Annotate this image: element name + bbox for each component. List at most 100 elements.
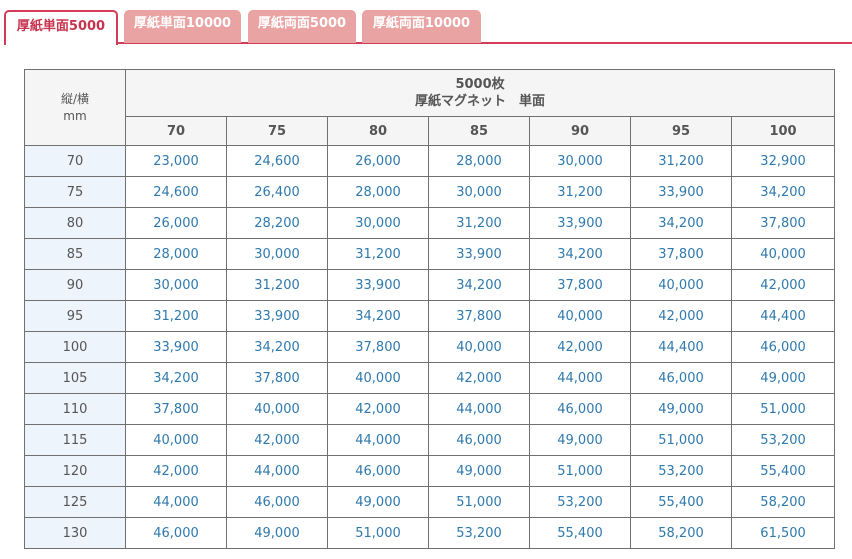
price-cell: 34,200 — [226, 331, 328, 363]
price-cell: 46,000 — [730, 331, 836, 363]
price-cell: 24,600 — [125, 176, 227, 208]
price-cell: 31,200 — [529, 176, 631, 208]
price-cell: 34,200 — [529, 238, 631, 270]
price-table: 縦/横 mm 5000枚 厚紙マグネット 単面 70 75 80 85 90 95 100 … — [24, 69, 836, 549]
row-header-height: 90 — [24, 269, 126, 301]
column-header-width: 85 — [428, 116, 530, 146]
column-header-width: 75 — [226, 116, 328, 146]
price-cell: 28,000 — [125, 238, 227, 270]
price-cell: 37,800 — [529, 269, 631, 301]
price-cell: 44,000 — [428, 393, 530, 425]
price-cell: 30,000 — [529, 145, 631, 177]
price-cell: 40,000 — [327, 362, 429, 394]
table-row: 130 46,000 49,000 51,000 53,200 55,400 58,200 6… — [24, 517, 836, 549]
price-cell: 61,500 — [730, 517, 836, 549]
price-cell: 31,200 — [226, 269, 328, 301]
price-cell: 49,000 — [226, 517, 328, 549]
price-cell: 34,200 — [327, 300, 429, 332]
price-cell: 28,200 — [226, 207, 328, 239]
column-header-width: 95 — [630, 116, 732, 146]
price-cell: 37,800 — [630, 238, 732, 270]
price-cell: 42,000 — [529, 331, 631, 363]
row-header-height: 100 — [24, 331, 126, 363]
price-cell: 34,200 — [730, 176, 836, 208]
table-row: 80 26,000 28,200 30,000 31,200 33,900 34,200 37… — [24, 207, 836, 239]
tab-thick-single-10000[interactable]: 厚紙単面10000 — [124, 10, 241, 43]
price-cell: 53,200 — [529, 486, 631, 518]
table-row: 95 31,200 33,900 34,200 37,800 40,000 42,000 44… — [24, 300, 836, 332]
price-cell: 28,000 — [327, 176, 429, 208]
price-cell: 44,400 — [630, 331, 732, 363]
price-cell: 55,400 — [529, 517, 631, 549]
price-cell: 30,000 — [327, 207, 429, 239]
price-cell: 40,000 — [226, 393, 328, 425]
price-cell: 33,900 — [226, 300, 328, 332]
column-header-width: 80 — [327, 116, 429, 146]
price-cell: 51,000 — [327, 517, 429, 549]
row-header-height: 110 — [24, 393, 126, 425]
price-cell: 42,000 — [327, 393, 429, 425]
row-header-height: 115 — [24, 424, 126, 456]
price-cell: 31,200 — [327, 238, 429, 270]
price-cell: 37,800 — [428, 300, 530, 332]
price-cell: 24,600 — [226, 145, 328, 177]
price-cell: 46,000 — [226, 486, 328, 518]
table-row: 85 28,000 30,000 31,200 33,900 34,200 37,800 40… — [24, 238, 836, 270]
price-cell: 51,000 — [529, 455, 631, 487]
corner-label-unit: mm — [63, 108, 87, 123]
table-row: 110 37,800 40,000 42,000 44,000 46,000 49,000 5… — [24, 393, 836, 425]
price-cell: 49,000 — [529, 424, 631, 456]
table-title: 5000枚 厚紙マグネット 単面 — [124, 69, 836, 117]
price-cell: 44,000 — [327, 424, 429, 456]
price-cell: 49,000 — [428, 455, 530, 487]
price-cell: 26,000 — [327, 145, 429, 177]
column-header-width: 90 — [529, 116, 631, 146]
price-cell: 58,200 — [730, 486, 836, 518]
price-cell: 23,000 — [125, 145, 227, 177]
row-header-height: 70 — [24, 145, 126, 177]
price-cell: 44,000 — [125, 486, 227, 518]
price-cell: 51,000 — [630, 424, 732, 456]
row-header-height: 130 — [24, 517, 126, 549]
price-cell: 53,200 — [730, 424, 836, 456]
price-cell: 26,400 — [226, 176, 328, 208]
table-row: 90 30,000 31,200 33,900 34,200 37,800 40,000 42… — [24, 269, 836, 301]
row-header-height: 80 — [24, 207, 126, 239]
row-header-height: 125 — [24, 486, 126, 518]
price-cell: 28,000 — [428, 145, 530, 177]
price-cell: 42,000 — [428, 362, 530, 394]
price-cell: 46,000 — [327, 455, 429, 487]
price-cell: 30,000 — [226, 238, 328, 270]
price-cell: 44,000 — [226, 455, 328, 487]
price-cell: 31,200 — [125, 300, 227, 332]
price-cell: 40,000 — [125, 424, 227, 456]
column-header-width: 100 — [730, 116, 836, 146]
price-cell: 58,200 — [630, 517, 732, 549]
table-title-product: 厚紙マグネット 単面 — [415, 94, 546, 109]
tab-thick-double-10000[interactable]: 厚紙両面10000 — [362, 10, 481, 43]
price-cell: 40,000 — [630, 269, 732, 301]
row-header-height: 120 — [24, 455, 126, 487]
price-cell: 46,000 — [125, 517, 227, 549]
price-cell: 44,400 — [730, 300, 836, 332]
price-cell: 55,400 — [730, 455, 836, 487]
price-cell: 42,000 — [730, 269, 836, 301]
price-cell: 33,900 — [428, 238, 530, 270]
table-row: 115 40,000 42,000 44,000 46,000 49,000 51,000 5… — [24, 424, 836, 456]
price-cell: 42,000 — [630, 300, 732, 332]
price-cell: 51,000 — [730, 393, 836, 425]
price-cell: 34,200 — [125, 362, 227, 394]
price-cell: 40,000 — [428, 331, 530, 363]
price-cell: 49,000 — [327, 486, 429, 518]
price-cell: 30,000 — [125, 269, 227, 301]
price-cell: 49,000 — [630, 393, 732, 425]
tab-thick-single-5000[interactable]: 厚紙単面5000 — [4, 10, 118, 45]
price-cell: 30,000 — [428, 176, 530, 208]
table-row: 120 42,000 44,000 46,000 49,000 51,000 53,200 5… — [24, 455, 836, 487]
tab-thick-double-5000[interactable]: 厚紙両面5000 — [248, 10, 356, 43]
price-cell: 46,000 — [630, 362, 732, 394]
price-cell: 44,000 — [529, 362, 631, 394]
price-cell: 31,200 — [630, 145, 732, 177]
price-cell: 53,200 — [630, 455, 732, 487]
price-cell: 33,900 — [327, 269, 429, 301]
